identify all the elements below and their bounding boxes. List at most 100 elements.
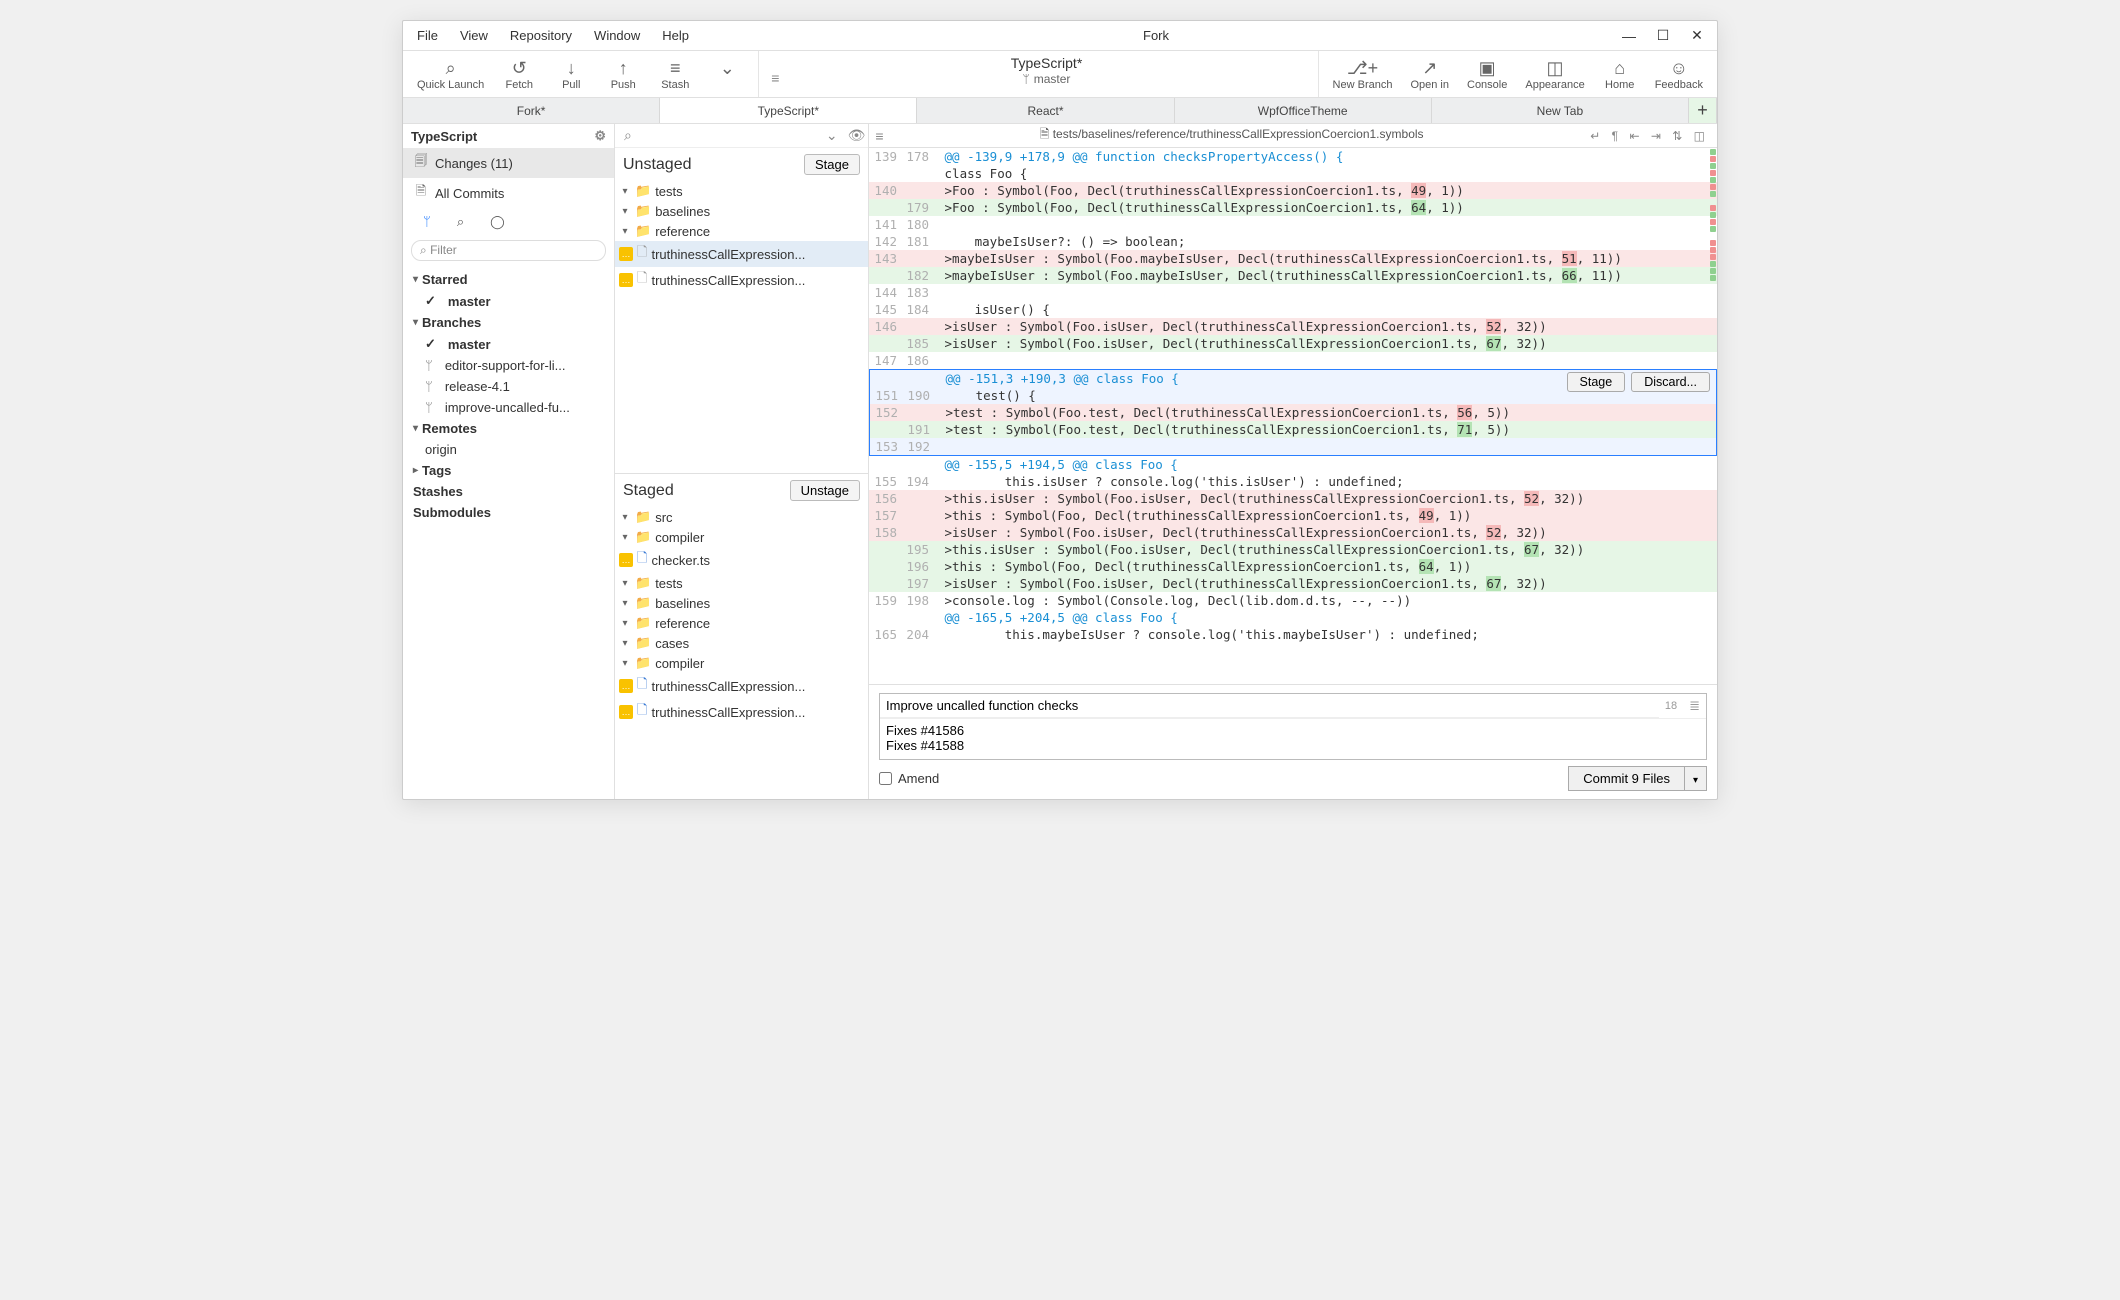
diff-line[interactable]: 182 >maybeIsUser : Symbol(Foo.maybeIsUse… [869,267,1717,284]
file-checker-ts[interactable]: … 🗋 checker.ts [615,547,868,573]
sidebar-item-release-4-1[interactable]: release-4.1 [403,376,614,397]
sidebar-all-commits[interactable]: 🗎 All Commits [403,178,614,208]
discard-hunk-button[interactable]: Discard... [1631,372,1710,392]
diff-line[interactable]: 144183 [869,284,1717,301]
diff-line[interactable]: 157 >this : Symbol(Foo, Decl(truthinessC… [869,507,1717,524]
close-icon[interactable]: ✕ [1681,25,1713,47]
branch-graph-icon[interactable]: ᛘ [423,214,431,230]
sidebar-item-origin[interactable]: origin [403,439,614,460]
collapse-icon[interactable]: ⌄ [823,127,841,144]
diff-line[interactable]: 143 >maybeIsUser : Symbol(Foo.maybeIsUse… [869,250,1717,267]
file-src[interactable]: ▾📁 src [615,507,868,527]
diff-line[interactable]: 139178 @@ -139,9 +178,9 @@ function chec… [869,148,1717,165]
diff-line[interactable]: class Foo { [869,165,1717,182]
tab-react-[interactable]: React* [917,98,1174,123]
file-filter-input[interactable] [639,126,819,145]
diff-line[interactable]: 155194 this.isUser ? console.log('this.i… [869,473,1717,490]
file-reference[interactable]: ▾📁 reference [615,613,868,633]
diff-line[interactable]: 158 >isUser : Symbol(Foo.isUser, Decl(tr… [869,524,1717,541]
diff-line[interactable]: 152 >test : Symbol(Foo.test, Decl(truthi… [870,404,1716,421]
gear-icon[interactable]: ⚙ [594,128,606,144]
sidebar-group-submodules[interactable]: Submodules [403,502,614,523]
sidebar-group-starred[interactable]: ▾ Starred [403,269,614,290]
toolbar-push[interactable]: ↑Push [600,55,646,93]
diff-line[interactable]: 153192 [870,438,1716,455]
diff-view[interactable]: 139178 @@ -139,9 +178,9 @@ function chec… [869,148,1717,684]
tab-fork-[interactable]: Fork* [403,98,660,123]
search-icon[interactable]: ⌕ [457,214,464,230]
sidebar-changes[interactable]: 🗐 Changes (11) [403,148,614,178]
diff-line[interactable]: 179 >Foo : Symbol(Foo, Decl(truthinessCa… [869,199,1717,216]
file-compiler[interactable]: ▾📁 compiler [615,527,868,547]
diff-line[interactable]: 140 >Foo : Symbol(Foo, Decl(truthinessCa… [869,182,1717,199]
menu-window[interactable]: Window [584,24,650,47]
diff-line[interactable]: 142181 maybeIsUser?: () => boolean; [869,233,1717,250]
menu-repository[interactable]: Repository [500,24,582,47]
hamburger-icon[interactable]: ≡ [767,70,783,86]
unstage-button[interactable]: Unstage [790,480,860,501]
file-truthinesscallexpression-[interactable]: … 🗋 truthinessCallExpression... [615,241,868,267]
file-truthinesscallexpression-[interactable]: … 🗋 truthinessCallExpression... [615,267,868,293]
sidebar-item-improve-uncalled-fu-[interactable]: improve-uncalled-fu... [403,397,614,418]
toolbar-stash[interactable]: ≡Stash [652,55,698,93]
diff-line[interactable]: 195 >this.isUser : Symbol(Foo.isUser, De… [869,541,1717,558]
diff-line[interactable]: 141180 [869,216,1717,233]
menu-help[interactable]: Help [652,24,699,47]
menu-file[interactable]: File [407,24,448,47]
sidebar-group-stashes[interactable]: Stashes [403,481,614,502]
file-reference[interactable]: ▾📁 reference [615,221,868,241]
toolbar-new-branch[interactable]: ⎇+New Branch [1327,55,1399,93]
toolbar-fetch[interactable]: ↺Fetch [496,55,542,93]
file-baselines[interactable]: ▾📁 baselines [615,201,868,221]
commit-body-input[interactable] [880,719,1706,759]
toolbar-quick-launch[interactable]: ⌕Quick Launch [411,55,490,93]
tab-typescript-[interactable]: TypeScript* [660,98,917,123]
minimize-icon[interactable]: — [1613,25,1645,47]
commit-subject-input[interactable] [880,694,1659,718]
github-icon[interactable]: ◯ [490,214,505,230]
tab-add[interactable]: + [1689,98,1717,123]
diff-line[interactable]: 197 >isUser : Symbol(Foo.isUser, Decl(tr… [869,575,1717,592]
toolbar-console[interactable]: ▣Console [1461,55,1513,93]
panels-icon[interactable]: ◫ [1690,129,1709,143]
diff-line[interactable]: @@ -155,5 +194,5 @@ class Foo { [869,456,1717,473]
list-icon[interactable]: ≣ [1683,698,1706,714]
stash-chevron-icon[interactable]: ⌄ [704,55,750,93]
sort-icon[interactable]: ⇅ [1668,129,1686,143]
stage-hunk-button[interactable]: Stage [1567,372,1626,392]
repo-branch[interactable]: ᛘ master [1023,72,1071,86]
maximize-icon[interactable]: ☐ [1647,25,1679,47]
toolbar-pull[interactable]: ↓Pull [548,55,594,93]
sidebar-group-remotes[interactable]: ▾ Remotes [403,418,614,439]
commit-dropdown[interactable] [1685,766,1707,791]
stage-button[interactable]: Stage [804,154,860,175]
sidebar-group-tags[interactable]: ▸ Tags [403,460,614,481]
wrap-icon[interactable]: ↵ [1586,129,1604,143]
file-cases[interactable]: ▾📁 cases [615,633,868,653]
sidebar-group-branches[interactable]: ▾ Branches [403,312,614,333]
diff-line[interactable]: 165204 this.maybeIsUser ? console.log('t… [869,626,1717,643]
sidebar-filter[interactable]: ⌕ Filter [411,240,606,261]
file-truthinesscallexpression-[interactable]: … 🗋 truthinessCallExpression... [615,699,868,725]
sidebar-item-master[interactable]: master [403,333,614,355]
diff-line[interactable]: @@ -165,5 +204,5 @@ class Foo { [869,609,1717,626]
diff-line[interactable]: 147186 [869,352,1717,369]
indent-pos-icon[interactable]: ⇥ [1647,129,1665,143]
sidebar-item-editor-support-for-li-[interactable]: editor-support-for-li... [403,355,614,376]
eye-icon[interactable]: 👁 [845,127,869,144]
diff-line[interactable]: 146 >isUser : Symbol(Foo.isUser, Decl(tr… [869,318,1717,335]
diff-line[interactable]: 196 >this : Symbol(Foo, Decl(truthinessC… [869,558,1717,575]
commit-button[interactable]: Commit 9 Files [1568,766,1685,791]
diff-line[interactable]: 185 >isUser : Symbol(Foo.isUser, Decl(tr… [869,335,1717,352]
diff-line[interactable]: 156 >this.isUser : Symbol(Foo.isUser, De… [869,490,1717,507]
amend-checkbox[interactable]: Amend [879,771,939,786]
indent-neg-icon[interactable]: ⇤ [1625,129,1643,143]
toolbar-feedback[interactable]: ☺Feedback [1649,55,1709,93]
sidebar-item-master[interactable]: master [403,290,614,312]
file-truthinesscallexpression-[interactable]: … 🗋 truthinessCallExpression... [615,673,868,699]
menu-view[interactable]: View [450,24,498,47]
file-baselines[interactable]: ▾📁 baselines [615,593,868,613]
diff-line[interactable]: 145184 isUser() { [869,301,1717,318]
toolbar-appearance[interactable]: ◫Appearance [1519,55,1590,93]
diff-selected-block[interactable]: StageDiscard... @@ -151,3 +190,3 @@ clas… [869,369,1717,456]
